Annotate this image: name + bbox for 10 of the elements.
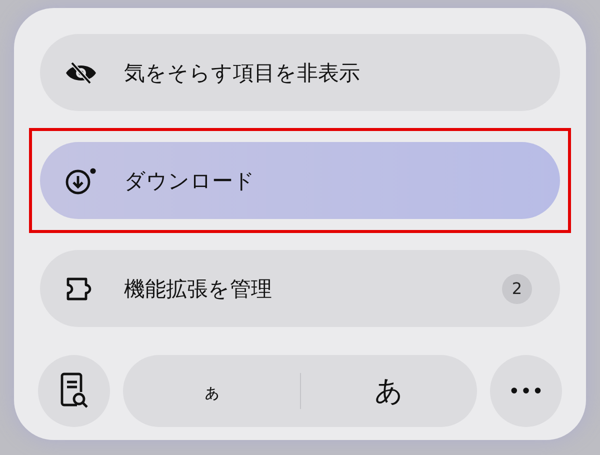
more-button[interactable]: ••• — [490, 355, 562, 427]
document-search-icon — [59, 372, 89, 410]
download-icon — [64, 166, 98, 196]
increase-text-button[interactable]: あ — [300, 372, 477, 410]
menu-item[interactable]: 機能拡張を管理 2 — [40, 250, 560, 327]
decrease-text-button[interactable]: ぁ — [123, 379, 300, 403]
menu-item[interactable]: ダウンロード — [40, 142, 560, 219]
count-badge: 2 — [502, 274, 532, 304]
menu-item[interactable]: 気をそらす項目を非表示 — [40, 34, 560, 111]
eye-slash-icon — [64, 60, 98, 84]
